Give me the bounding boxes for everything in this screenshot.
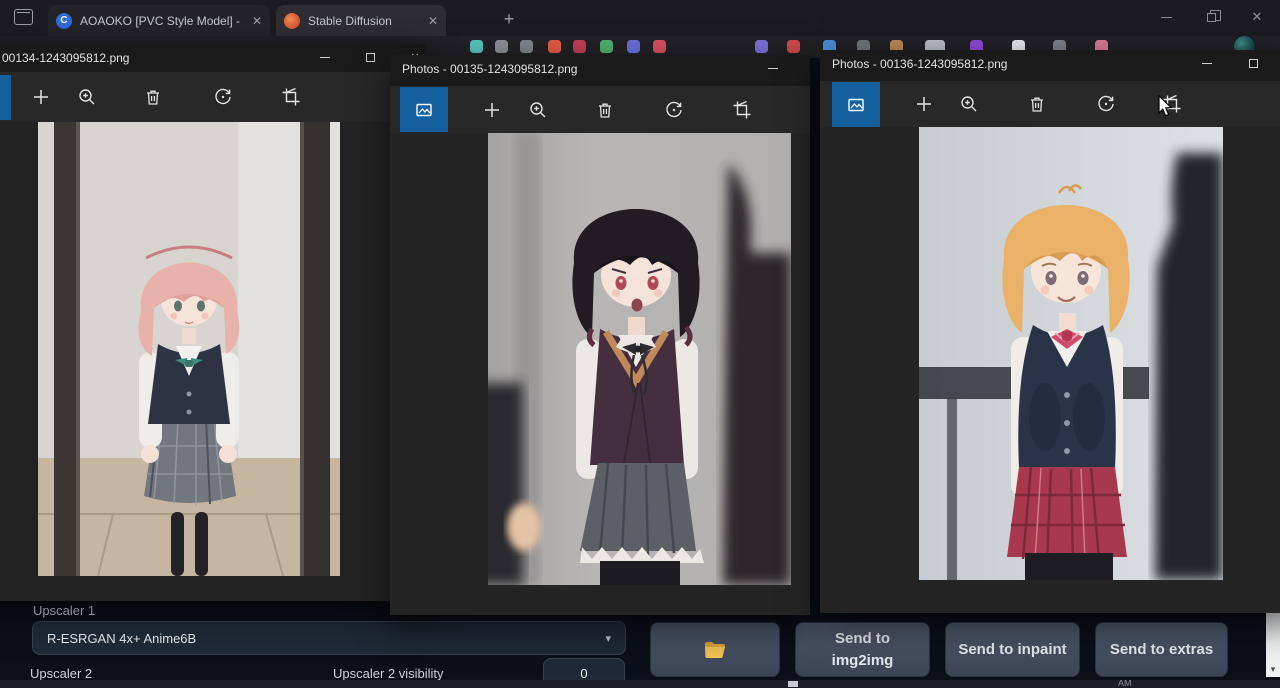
- bookmark-icon[interactable]: [627, 40, 640, 53]
- photos-window-00136: Photos - 00136-1243095812.png: [820, 50, 1280, 613]
- photos-window-00135: Photos - 00135-1243095812.png: [390, 55, 810, 615]
- taskbar-icon: [788, 681, 798, 687]
- sd-favicon: [284, 13, 300, 29]
- window-minimize-button[interactable]: [310, 44, 340, 70]
- bookmark-icon[interactable]: [653, 40, 666, 53]
- page-scrollbar[interactable]: ▾: [1266, 613, 1280, 677]
- send-to-img2img-button[interactable]: Send to img2img: [795, 622, 930, 677]
- browser-close-button[interactable]: ✕: [1236, 0, 1278, 34]
- bookmark-icon[interactable]: [495, 40, 508, 53]
- window-minimize-button[interactable]: [758, 55, 788, 81]
- tab-title: AOAOKO [PVC Style Model] - PV: [80, 14, 244, 28]
- send-to-extras-button[interactable]: Send to extras: [1095, 622, 1228, 677]
- minimize-icon: [320, 57, 330, 58]
- zoom-button[interactable]: [516, 88, 560, 132]
- zoom-button[interactable]: [947, 82, 991, 126]
- photo-00136: [919, 127, 1223, 580]
- upscaler1-label: Upscaler 1: [33, 603, 95, 618]
- new-tab-button[interactable]: +: [496, 6, 522, 32]
- taskbar-sliver[interactable]: AM: [0, 680, 1280, 688]
- bookmark-icon[interactable]: [787, 40, 800, 53]
- photo-canvas: [820, 127, 1280, 613]
- upscaler2-label: Upscaler 2: [30, 666, 92, 681]
- bookmark-icon[interactable]: [755, 40, 768, 53]
- tab-stable-diffusion[interactable]: Stable Diffusion ✕: [276, 5, 446, 36]
- browser-restore-button[interactable]: [1190, 0, 1232, 34]
- anime-girl-black-hair-illustration: [488, 133, 791, 585]
- tab-civitai[interactable]: C AOAOKO [PVC Style Model] - PV ✕: [48, 5, 270, 36]
- browser-tab-bar: C AOAOKO [PVC Style Model] - PV ✕ Stable…: [0, 0, 1280, 36]
- window-title: Photos - 00136-1243095812.png: [832, 57, 1007, 71]
- window-titlebar[interactable]: Photos - 00135-1243095812.png: [390, 55, 810, 86]
- window-titlebar[interactable]: Photos - 00136-1243095812.png: [820, 50, 1280, 81]
- photos-toolbar: [820, 81, 1280, 127]
- rotate-button[interactable]: [201, 75, 245, 119]
- browser-minimize-button[interactable]: [1145, 0, 1187, 34]
- window-minimize-button[interactable]: [1192, 50, 1222, 76]
- photo-00134: [38, 122, 340, 576]
- add-button[interactable]: [470, 88, 514, 132]
- bookmark-icon[interactable]: [600, 40, 613, 53]
- upscaler1-value: R-ESRGAN 4x+ Anime6B: [47, 631, 196, 646]
- anime-girl-blonde-hair-illustration: [919, 127, 1223, 580]
- close-icon: ✕: [1252, 9, 1263, 25]
- maximize-icon: [366, 53, 375, 62]
- folder-icon: [704, 641, 726, 658]
- tab-close-icon[interactable]: ✕: [252, 14, 262, 28]
- photo-canvas: [0, 122, 426, 601]
- minimize-icon: [1161, 17, 1172, 18]
- image-view-button[interactable]: [400, 87, 448, 132]
- upscaler1-dropdown[interactable]: R-ESRGAN 4x+ Anime6B ▾: [32, 621, 626, 655]
- send-to-inpaint-button[interactable]: Send to inpaint: [945, 622, 1080, 677]
- window-title: 00134-1243095812.png: [2, 51, 129, 65]
- image-view-icon: [414, 100, 434, 120]
- image-view-icon: [846, 95, 866, 115]
- delete-button[interactable]: [1015, 82, 1059, 126]
- window-maximize-button[interactable]: [355, 44, 385, 70]
- bookmark-icon[interactable]: [548, 40, 561, 53]
- anime-girl-pink-hair-illustration: [38, 122, 340, 576]
- tab-actions-icon[interactable]: [14, 9, 33, 25]
- photo-00135: [488, 133, 791, 585]
- photo-canvas: [390, 133, 810, 615]
- bookmark-icon[interactable]: [470, 40, 483, 53]
- maximize-icon: [1249, 59, 1258, 68]
- mouse-cursor: [1158, 95, 1178, 117]
- crop-button[interactable]: [720, 88, 764, 132]
- bookmark-icon[interactable]: [520, 40, 533, 53]
- taskbar-clock: AM: [1118, 680, 1132, 688]
- add-button[interactable]: [19, 75, 63, 119]
- upscaler2-visibility-label: Upscaler 2 visibility: [333, 666, 444, 681]
- tab-close-icon[interactable]: ✕: [428, 14, 438, 28]
- chevron-down-icon: ▾: [605, 632, 611, 645]
- image-view-button[interactable]: [832, 82, 880, 127]
- civitai-favicon: C: [56, 13, 72, 29]
- window-titlebar[interactable]: 00134-1243095812.png ✕: [0, 44, 426, 72]
- rotate-button[interactable]: [652, 88, 696, 132]
- image-view-button[interactable]: [0, 75, 11, 120]
- window-title: Photos - 00135-1243095812.png: [402, 62, 577, 76]
- open-folder-button[interactable]: [650, 622, 780, 677]
- photos-toolbar: [390, 86, 810, 133]
- delete-button[interactable]: [131, 75, 175, 119]
- minimize-icon: [768, 68, 778, 69]
- photos-toolbar: [0, 72, 426, 122]
- restore-icon: [1207, 13, 1216, 22]
- zoom-button[interactable]: [65, 75, 109, 119]
- add-button[interactable]: [902, 82, 946, 126]
- window-maximize-button[interactable]: [1238, 50, 1268, 76]
- rotate-button[interactable]: [1084, 82, 1128, 126]
- delete-button[interactable]: [583, 88, 627, 132]
- bookmark-icon[interactable]: [573, 40, 586, 53]
- tab-title: Stable Diffusion: [308, 14, 420, 28]
- minimize-icon: [1202, 63, 1212, 64]
- scroll-down-icon: ▾: [1266, 663, 1280, 676]
- photos-window-00134: 00134-1243095812.png ✕: [0, 44, 426, 601]
- crop-button[interactable]: [269, 75, 313, 119]
